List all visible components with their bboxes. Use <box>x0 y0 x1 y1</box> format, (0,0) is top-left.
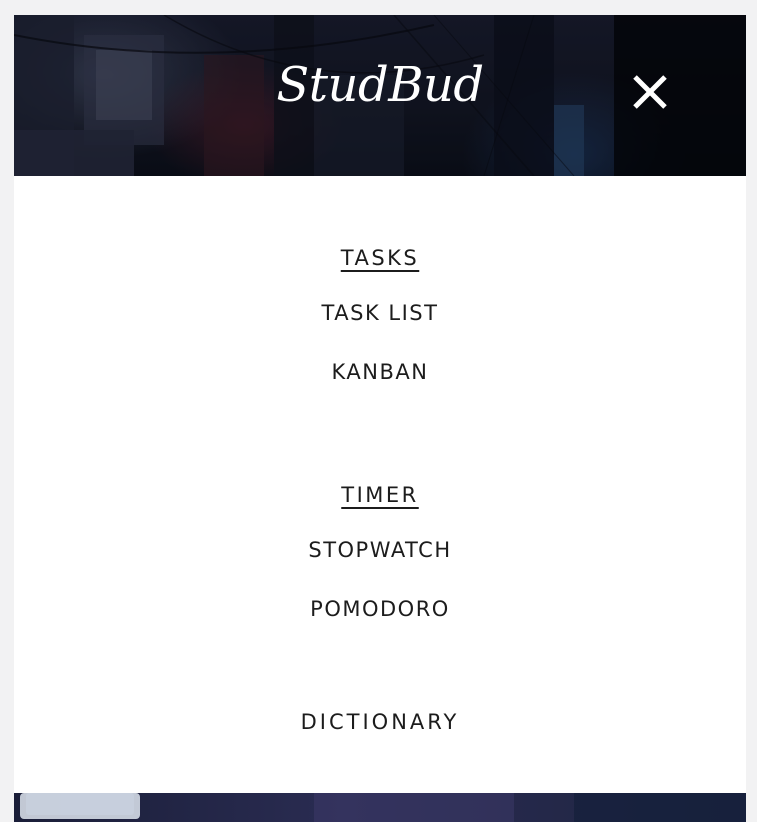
menu-heading-timer-label[interactable]: TIMER <box>341 483 419 507</box>
menu-item-dictionary[interactable]: DICTIONARY <box>14 708 746 736</box>
menu-heading-timer[interactable]: TIMER <box>14 481 746 509</box>
close-button[interactable] <box>631 73 671 113</box>
menu-item-pomodoro-label[interactable]: POMODORO <box>310 597 450 621</box>
menu-item-dictionary-label[interactable]: DICTIONARY <box>301 710 460 734</box>
menu-heading-tasks[interactable]: TASKS <box>14 244 746 272</box>
menu-item-kanban-label[interactable]: KANBAN <box>332 360 429 384</box>
menu-item-pomodoro[interactable]: POMODORO <box>14 595 746 623</box>
app-frame: StudBud TASKS TASK LIST KANBAN TIMER STO… <box>14 15 746 822</box>
menu-heading-tasks-label[interactable]: TASKS <box>341 246 420 270</box>
header-banner: StudBud <box>14 15 746 176</box>
footer-scene <box>20 793 746 822</box>
menu-item-kanban[interactable]: KANBAN <box>14 358 746 386</box>
close-icon <box>633 75 667 109</box>
footer-background-image <box>14 793 746 822</box>
menu-item-stopwatch[interactable]: STOPWATCH <box>14 536 746 564</box>
menu-item-task-list-label[interactable]: TASK LIST <box>322 301 439 325</box>
menu-item-task-list[interactable]: TASK LIST <box>14 299 746 327</box>
nav-menu: TASKS TASK LIST KANBAN TIMER STOPWATCH P… <box>14 176 746 793</box>
menu-item-stopwatch-label[interactable]: STOPWATCH <box>308 538 451 562</box>
